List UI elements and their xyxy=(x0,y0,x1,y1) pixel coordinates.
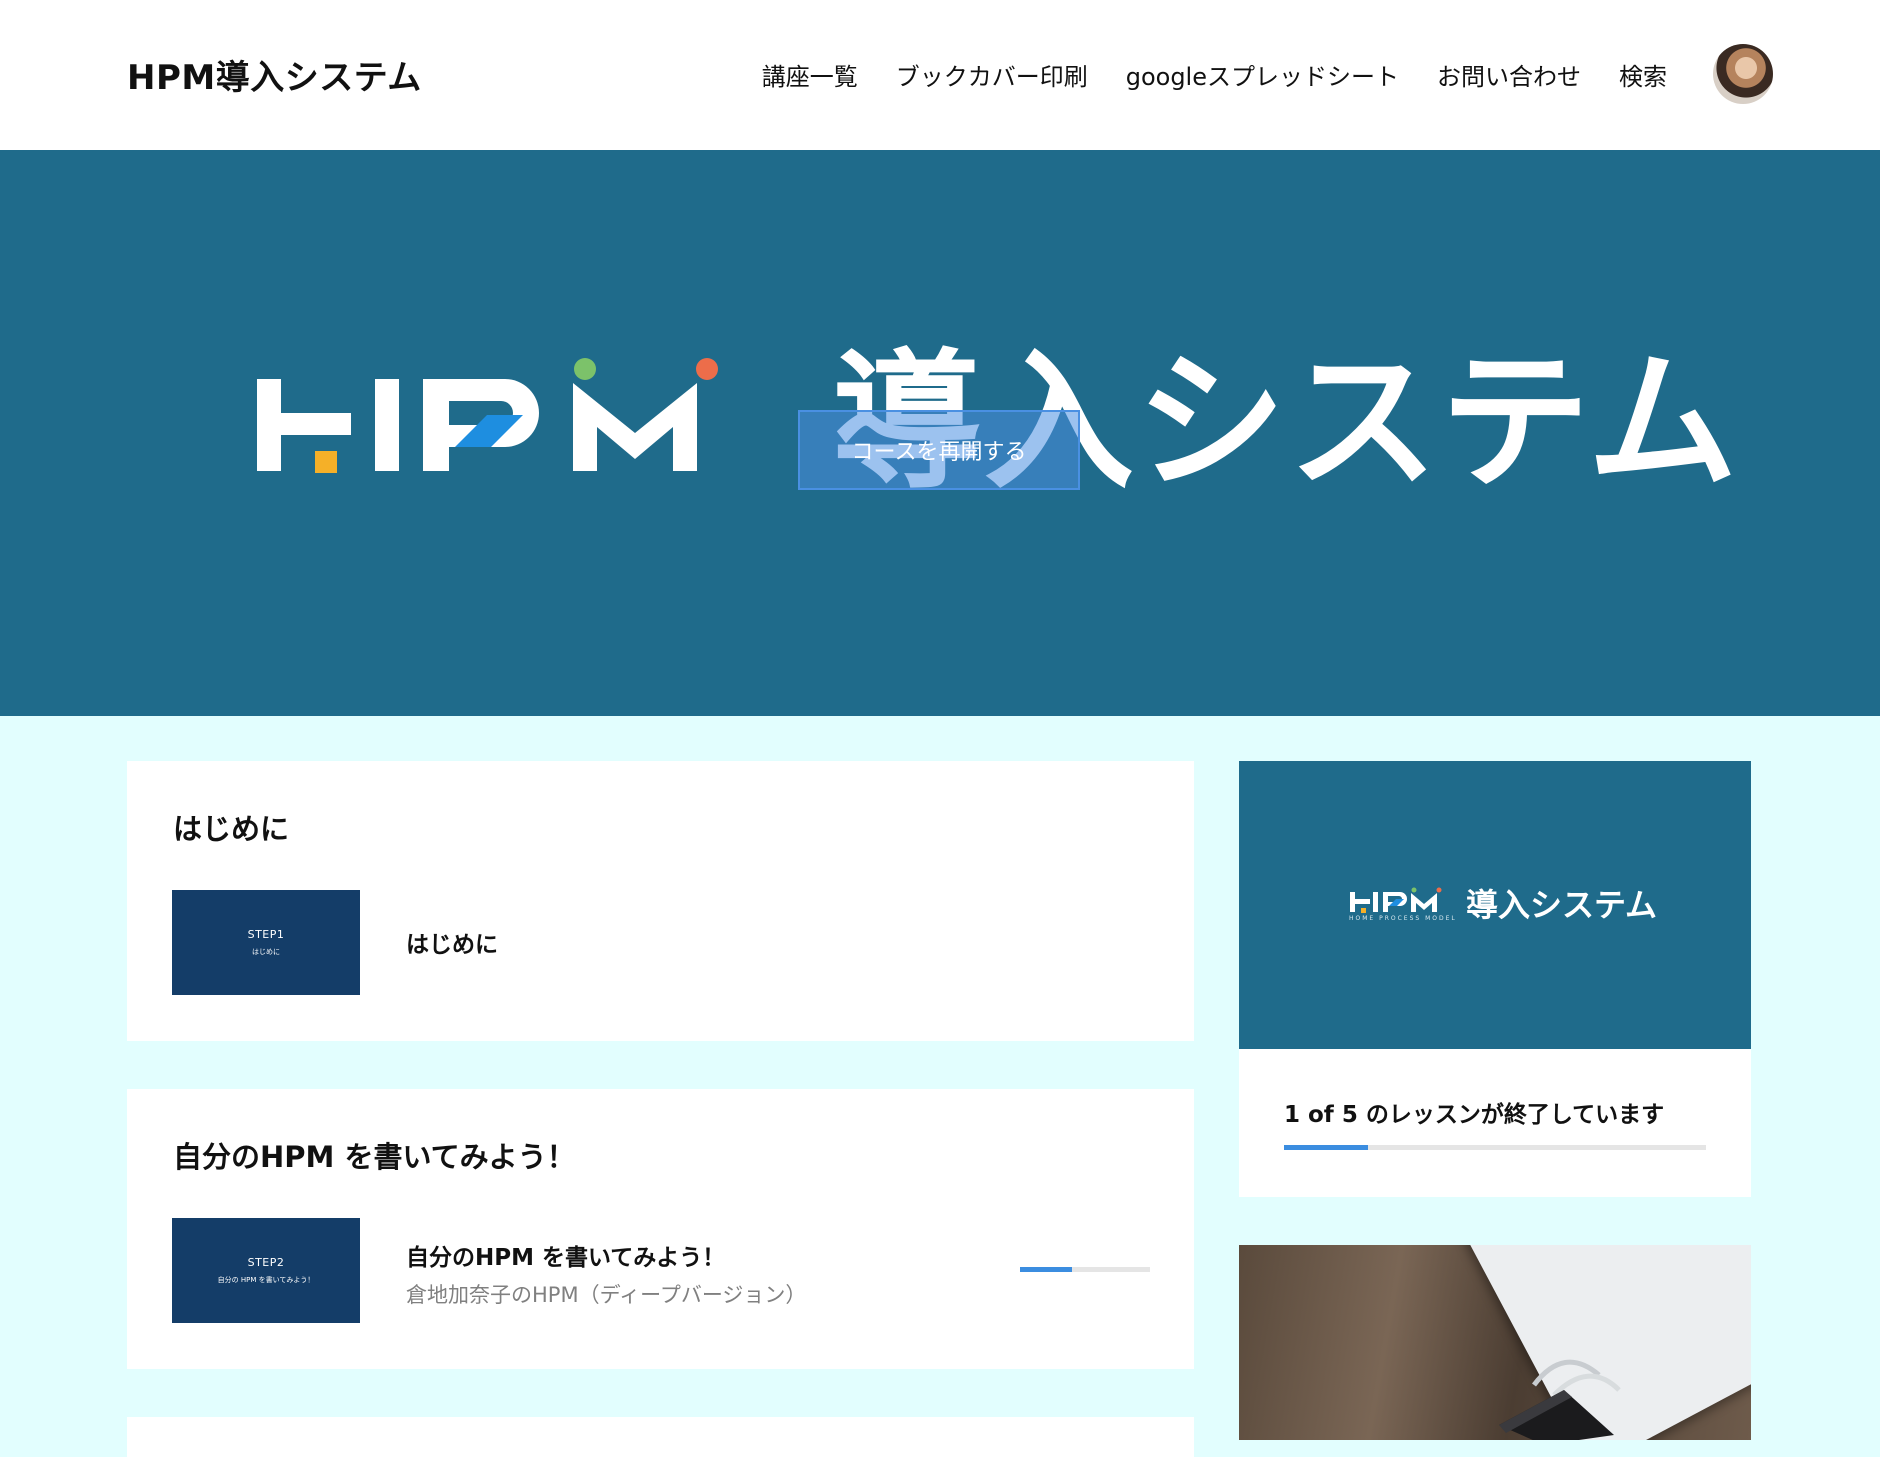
lesson-thumbnail[interactable]: STEP2 自分の HPM を書いてみよう！ xyxy=(172,1218,360,1323)
lesson-progress-fill xyxy=(1020,1267,1072,1272)
course-progress-bar xyxy=(1284,1145,1706,1150)
section-card: 自分のHPM を書いてみよう！ STEP2 自分の HPM を書いてみよう！ 自… xyxy=(127,1089,1194,1369)
site-header: HPM導入システム 講座一覧 ブックカバー印刷 googleスプレッドシート お… xyxy=(0,0,1880,150)
nav-course-list[interactable]: 講座一覧 xyxy=(762,57,858,92)
lesson-subtitle: 倉地加奈子のHPM（ディープバージョン） xyxy=(406,1283,807,1307)
hpm-logo-icon xyxy=(257,358,718,473)
main-nav: 講座一覧 ブックカバー印刷 googleスプレッドシート お問い合わせ 検索 xyxy=(762,42,1773,106)
course-progress-card: HOME PROCESS MODEL 導入システム 1 of 5 のレッスンが終… xyxy=(1239,761,1751,1197)
section-card xyxy=(127,1417,1194,1457)
lesson-progress-bar xyxy=(1020,1267,1150,1272)
user-avatar[interactable] xyxy=(1713,44,1773,104)
binder-clip-icon xyxy=(1499,1359,1621,1440)
thumbnail-step: STEP1 xyxy=(247,928,285,941)
course-progress-fill xyxy=(1284,1145,1369,1150)
nav-book-cover-print[interactable]: ブックカバー印刷 xyxy=(896,57,1088,92)
binder-clip-photo xyxy=(1239,1245,1751,1440)
course-hero: 導入システム コースを再開する xyxy=(0,150,1880,716)
lesson-thumbnail[interactable]: STEP1 はじめに xyxy=(172,890,360,995)
logo-subtitle: HOME PROCESS MODEL xyxy=(1349,915,1457,922)
thumbnail-step: STEP2 xyxy=(247,1256,285,1269)
nav-search[interactable]: 検索 xyxy=(1619,57,1667,92)
section-title: はじめに xyxy=(173,812,290,846)
section-title: 自分のHPM を書いてみよう！ xyxy=(173,1140,576,1174)
section-card: はじめに STEP1 はじめに はじめに xyxy=(127,761,1194,1041)
course-progress-text: 1 of 5 のレッスンが終了しています xyxy=(1284,1102,1665,1128)
lesson-title[interactable]: はじめに xyxy=(406,925,498,959)
site-title[interactable]: HPM導入システム xyxy=(127,50,422,99)
course-image-text: 導入システム xyxy=(1466,886,1658,924)
lesson-title[interactable]: 自分のHPM を書いてみよう！ xyxy=(406,1238,725,1272)
nav-contact[interactable]: お問い合わせ xyxy=(1437,57,1581,92)
resume-course-button[interactable]: コースを再開する xyxy=(798,410,1080,490)
course-image: HOME PROCESS MODEL 導入システム xyxy=(1239,761,1751,1049)
thumbnail-caption: はじめに xyxy=(252,948,280,956)
thumbnail-caption: 自分の HPM を書いてみよう！ xyxy=(217,1276,315,1284)
nav-google-spreadsheet[interactable]: googleスプレッドシート xyxy=(1126,57,1399,92)
